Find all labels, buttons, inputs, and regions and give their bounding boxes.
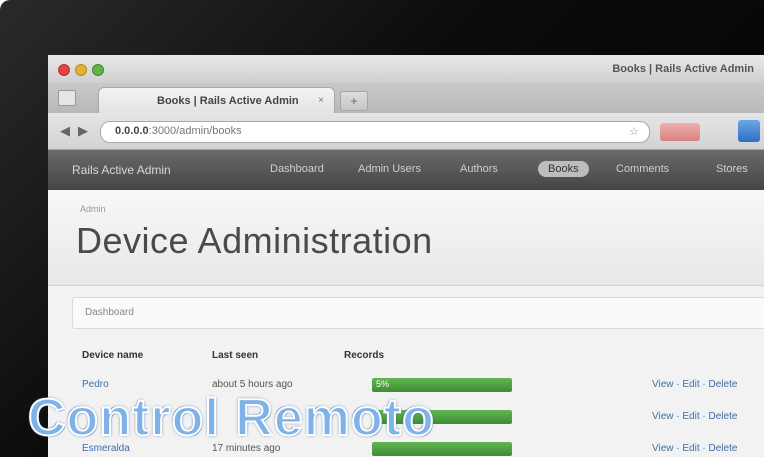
bookmark-star-icon[interactable]: ☆ [629,125,639,138]
menu-item-admin-users[interactable]: Admin Users [358,163,421,175]
minimize-window-button[interactable] [75,64,87,76]
row-actions[interactable]: View · Edit · Delete [652,443,737,454]
menu-item-comments[interactable]: Comments [616,163,669,175]
menu-item-stores[interactable]: Stores [716,163,748,175]
new-tab-button[interactable]: + [340,91,368,111]
column-header-records[interactable]: Records [344,350,384,361]
row-actions[interactable]: View · Edit · Delete [652,379,737,390]
site-title[interactable]: Rails Active Admin [72,163,171,177]
address-bar[interactable]: 0.0.0.0:3000/admin/books ☆ [100,121,650,143]
scopes-bar: Dashboard [72,297,764,329]
menu-item-dashboard[interactable]: Dashboard [270,163,324,175]
column-header-last-seen[interactable]: Last seen [212,350,258,361]
scope-label[interactable]: Dashboard [85,307,134,318]
close-window-button[interactable] [58,64,70,76]
zoom-window-button[interactable] [92,64,104,76]
window-titlebar: Books | Rails Active Admin [48,55,764,83]
menu-item-books[interactable]: Books [538,161,589,177]
row-actions[interactable]: View · Edit · Delete [652,411,737,422]
page-title: Device Administration [76,220,433,261]
column-header-device-name[interactable]: Device name [82,350,143,361]
tab-bar: Books | Rails Active Admin × + [48,83,764,114]
tab-close-icon[interactable]: × [318,95,324,106]
extension-icon[interactable] [660,123,700,141]
overlay-caption: Control Remoto [27,388,435,448]
tab-label: Books | Rails Active Admin [157,95,299,107]
back-icon[interactable]: ◀ [60,123,70,139]
sidebar-toggle-icon[interactable] [58,90,76,106]
title-bar: Admin Device Administration [48,190,764,286]
window-title: Books | Rails Active Admin [612,63,754,75]
navigation-bar: ◀ ▶ 0.0.0.0:3000/admin/books ☆ [48,113,764,150]
url-text: 0.0.0.0:3000/admin/books [115,125,242,137]
extension-blue-icon[interactable] [738,120,760,142]
url-host: 0.0.0.0 [115,125,149,137]
breadcrumb[interactable]: Admin [80,204,106,214]
admin-header: Rails Active Admin Dashboard Admin Users… [48,150,764,190]
browser-tab-active[interactable]: Books | Rails Active Admin × [98,87,335,114]
forward-icon[interactable]: ▶ [78,123,88,139]
menu-item-authors[interactable]: Authors [460,163,498,175]
url-path: :3000/admin/books [148,125,242,137]
